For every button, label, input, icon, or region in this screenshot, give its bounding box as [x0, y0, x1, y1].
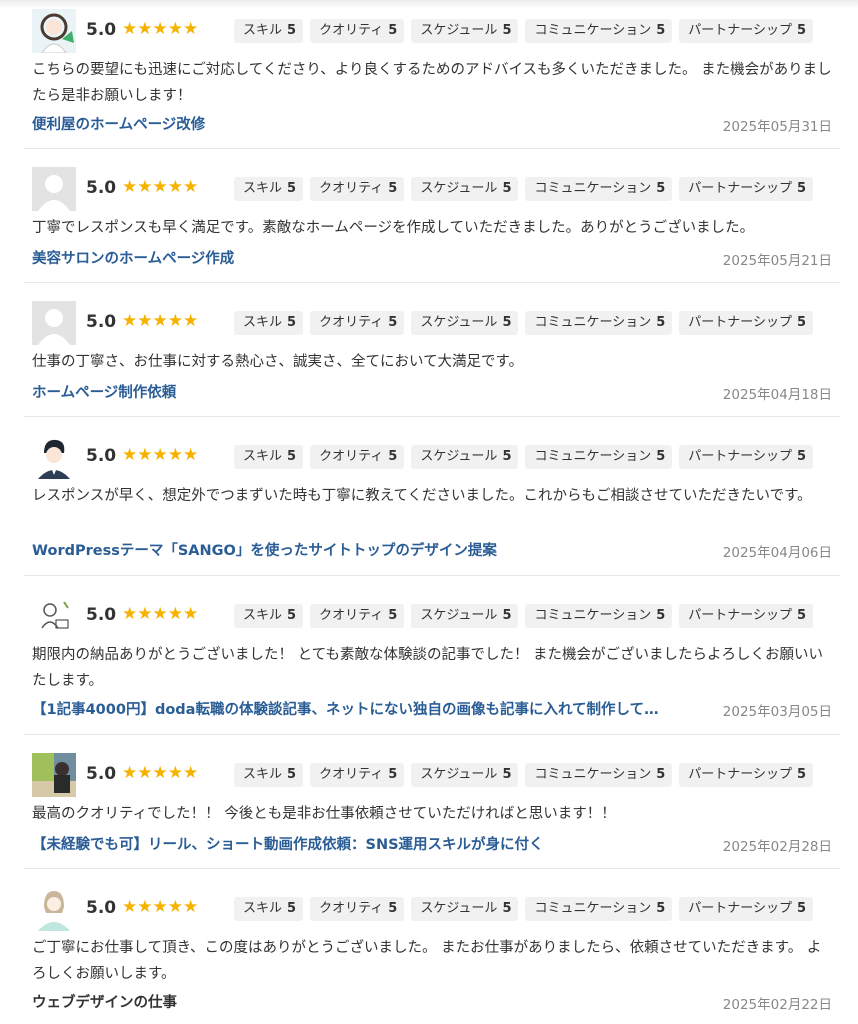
badge-schedule: スケジュール 5 — [411, 604, 519, 628]
review-date: 2025年02月28日 — [722, 839, 832, 855]
rating-badges: スキル 5 クオリティ 5 スケジュール 5 コミュニケーション 5 パートナーシップ 5 — [234, 19, 814, 43]
badge-partnership: パートナーシップ 5 — [679, 177, 814, 201]
review-date: 2025年03月05日 — [722, 704, 832, 720]
review-item: 5.0 ★★★★★ スキル 5 クオリティ 5 スケジュール 5 コミュニケーション 5… — [24, 887, 840, 1024]
default-user-avatar[interactable] — [32, 167, 76, 211]
review-item: 5.0 ★★★★★ スキル 5 クオリティ 5 スケジュール 5 コミュニケーション 5… — [24, 594, 840, 735]
job-title-link[interactable]: ホームページ制作依頼 — [32, 381, 704, 402]
man-illustration-avatar[interactable] — [32, 435, 76, 479]
badge-communication: コミュニケーション 5 — [525, 177, 673, 201]
woman-illustration-avatar[interactable] — [32, 9, 76, 53]
badge-quality: クオリティ 5 — [310, 897, 405, 921]
job-title: ウェブデザインの仕事 — [32, 995, 177, 1011]
review-header: 5.0 ★★★★★ スキル 5 クオリティ 5 スケジュール 5 コミュニケーション 5… — [32, 167, 840, 211]
review-header: 5.0 ★★★★★ スキル 5 クオリティ 5 スケジュール 5 コミュニケーション 5… — [32, 301, 840, 345]
badge-skill: スキル 5 — [234, 19, 304, 43]
badge-schedule: スケジュール 5 — [411, 19, 519, 43]
badge-skill: スキル 5 — [234, 445, 304, 469]
badge-skill: スキル 5 — [234, 311, 304, 335]
watercolor-woman-avatar[interactable] — [32, 887, 76, 931]
rating-stars-icon: ★★★★★ — [122, 19, 199, 39]
badge-schedule: スケジュール 5 — [411, 445, 519, 469]
badge-skill: スキル 5 — [234, 177, 304, 201]
badge-schedule: スケジュール 5 — [411, 897, 519, 921]
badge-communication: コミュニケーション 5 — [525, 19, 673, 43]
rating-badges: スキル 5 クオリティ 5 スケジュール 5 コミュニケーション 5 パートナーシップ 5 — [234, 445, 814, 469]
rating-stars-icon: ★★★★★ — [122, 311, 199, 331]
badge-quality: クオリティ 5 — [310, 604, 405, 628]
rating-score: 5.0 — [86, 605, 117, 625]
rating-stars-icon: ★★★★★ — [122, 177, 199, 197]
review-date: 2025年04月18日 — [722, 387, 832, 403]
rating-stars-icon: ★★★★★ — [122, 604, 199, 624]
rating-badges: スキル 5 クオリティ 5 スケジュール 5 コミュニケーション 5 パートナーシップ 5 — [234, 897, 814, 921]
job-title-link[interactable]: 【未経験でも可】リール、ショート動画作成依頼：SNS運用スキルが身に付く — [32, 833, 704, 854]
rating-score: 5.0 — [86, 20, 117, 40]
badge-schedule: スケジュール 5 — [411, 311, 519, 335]
review-comment: 最高のクオリティでした！！ 今後とも是非お仕事依頼させていただければと思います！… — [32, 806, 616, 822]
rating-badges: スキル 5 クオリティ 5 スケジュール 5 コミュニケーション 5 パートナーシップ 5 — [234, 177, 814, 201]
review-header: 5.0 ★★★★★ スキル 5 クオリティ 5 スケジュール 5 コミュニケーション 5… — [32, 435, 840, 479]
badge-communication: コミュニケーション 5 — [525, 311, 673, 335]
review-header: 5.0 ★★★★★ スキル 5 クオリティ 5 スケジュール 5 コミュニケーション 5… — [32, 753, 840, 797]
badge-quality: クオリティ 5 — [310, 311, 405, 335]
review-item: 5.0 ★★★★★ スキル 5 クオリティ 5 スケジュール 5 コミュニケーション 5… — [24, 167, 840, 283]
photo-person-avatar[interactable] — [32, 753, 76, 797]
review-header: 5.0 ★★★★★ スキル 5 クオリティ 5 スケジュール 5 コミュニケーション 5… — [32, 887, 840, 931]
badge-schedule: スケジュール 5 — [411, 177, 519, 201]
review-header: 5.0 ★★★★★ スキル 5 クオリティ 5 スケジュール 5 コミュニケーション 5… — [32, 9, 840, 53]
badge-communication: コミュニケーション 5 — [525, 763, 673, 787]
badge-communication: コミュニケーション 5 — [525, 897, 673, 921]
top-shadow — [0, 0, 858, 8]
review-item: 5.0 ★★★★★ スキル 5 クオリティ 5 スケジュール 5 コミュニケーション 5… — [24, 753, 840, 869]
badge-quality: クオリティ 5 — [310, 763, 405, 787]
review-comment: 仕事の丁寧さ、お仕事に対する熱心さ、誠実さ、全てにおいて大満足です。 — [32, 354, 524, 370]
rating-score: 5.0 — [86, 446, 117, 466]
badge-partnership: パートナーシップ 5 — [679, 897, 814, 921]
rating-stars-icon: ★★★★★ — [122, 763, 199, 783]
badge-quality: クオリティ 5 — [310, 177, 405, 201]
badge-partnership: パートナーシップ 5 — [679, 763, 814, 787]
job-title-link[interactable]: 便利屋のホームページ改修 — [32, 113, 704, 134]
badge-skill: スキル 5 — [234, 897, 304, 921]
rating-score: 5.0 — [86, 178, 117, 198]
review-item: 5.0 ★★★★★ スキル 5 クオリティ 5 スケジュール 5 コミュニケーション 5… — [24, 301, 840, 417]
badge-communication: コミュニケーション 5 — [525, 604, 673, 628]
review-comment: 期限内の納品ありがとうございました！ とても素敵な体験談の記事でした！ また機会… — [32, 647, 824, 689]
badge-partnership: パートナーシップ 5 — [679, 19, 814, 43]
badge-quality: クオリティ 5 — [310, 19, 405, 43]
review-comment: ご丁寧にお仕事して頂き、この度はありがとうございました。 またお仕事がありました… — [32, 940, 822, 982]
job-title-link[interactable]: 【1記事4000円】doda転職の体験談記事、ネットにない独自の画像も記事に入れ… — [32, 698, 704, 719]
sketch-person-avatar[interactable] — [32, 594, 76, 638]
badge-quality: クオリティ 5 — [310, 445, 405, 469]
badge-schedule: スケジュール 5 — [411, 763, 519, 787]
rating-badges: スキル 5 クオリティ 5 スケジュール 5 コミュニケーション 5 パートナーシップ 5 — [234, 763, 814, 787]
rating-score: 5.0 — [86, 898, 117, 918]
rating-score: 5.0 — [86, 312, 117, 332]
badge-partnership: パートナーシップ 5 — [679, 311, 814, 335]
default-user-avatar[interactable] — [32, 301, 76, 345]
review-date: 2025年04月06日 — [722, 545, 832, 561]
review-date: 2025年05月21日 — [722, 253, 832, 269]
rating-score: 5.0 — [86, 764, 117, 784]
badge-communication: コミュニケーション 5 — [525, 445, 673, 469]
review-date: 2025年05月31日 — [722, 119, 832, 135]
rating-badges: スキル 5 クオリティ 5 スケジュール 5 コミュニケーション 5 パートナーシップ 5 — [234, 604, 814, 628]
badge-partnership: パートナーシップ 5 — [679, 604, 814, 628]
review-comment: レスポンスが早く、想定外でつまずいた時も丁寧に教えてくださいました。これからもご… — [32, 488, 812, 504]
rating-badges: スキル 5 クオリティ 5 スケジュール 5 コミュニケーション 5 パートナーシップ 5 — [234, 311, 814, 335]
job-title-link[interactable]: 美容サロンのホームページ作成 — [32, 247, 704, 268]
badge-skill: スキル 5 — [234, 763, 304, 787]
review-comment: こちらの要望にも迅速にご対応してくださり、より良くするためのアドバイスも多くいた… — [32, 62, 832, 104]
review-comment: 丁寧でレスポンスも早く満足です。素敵なホームページを作成していただきました。あり… — [32, 220, 755, 236]
review-item: 5.0 ★★★★★ スキル 5 クオリティ 5 スケジュール 5 コミュニケーション 5… — [24, 9, 840, 149]
review-date: 2025年02月22日 — [722, 997, 832, 1013]
badge-partnership: パートナーシップ 5 — [679, 445, 814, 469]
rating-stars-icon: ★★★★★ — [122, 445, 199, 465]
job-title-link[interactable]: WordPressテーマ「SANGO」を使ったサイトトップのデザイン提案 — [32, 539, 704, 560]
badge-skill: スキル 5 — [234, 604, 304, 628]
review-item: 5.0 ★★★★★ スキル 5 クオリティ 5 スケジュール 5 コミュニケーション 5… — [24, 435, 840, 576]
review-header: 5.0 ★★★★★ スキル 5 クオリティ 5 スケジュール 5 コミュニケーション 5… — [32, 594, 840, 638]
rating-stars-icon: ★★★★★ — [122, 897, 199, 917]
